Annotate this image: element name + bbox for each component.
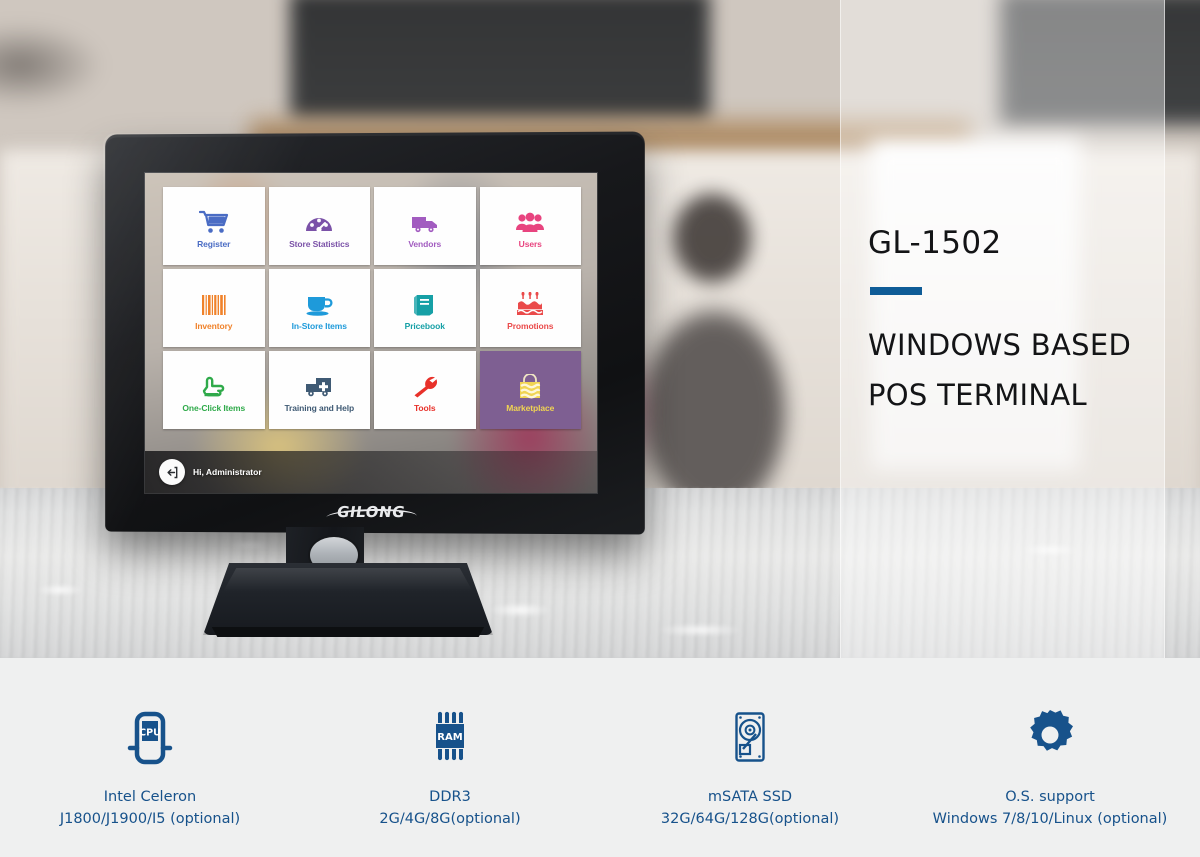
logout-arrow-icon[interactable] [159,459,185,485]
stand-base-foot [211,627,485,637]
pos-tile-label: Inventory [195,321,233,332]
gauge-icon [304,202,334,236]
stand-base-highlight [222,568,474,592]
pos-tile-label: Tools [413,403,436,414]
pos-tile-label: Marketplace [506,403,555,414]
product-banner: Register Store Statistics Vendors Users … [0,0,1200,857]
gear-icon [1021,708,1079,766]
product-model-name: GL-1502 [868,225,1002,261]
coffee-cup-icon [304,284,334,318]
shopping-cart-icon [198,202,229,236]
accent-rule [870,287,922,295]
pos-tile-label: Training and Help [284,403,355,414]
pos-touchscreen[interactable]: Register Store Statistics Vendors Users … [145,173,597,493]
pos-tile-inventory[interactable]: Inventory [163,269,265,347]
spec-detail: J1800/J1900/I5 (optional) [59,811,241,828]
spec-item-cpu: CPU Intel Celeron J1800/J1900/I5 (option… [0,658,300,857]
pos-tile-label: Vendors [408,239,442,250]
pos-tile-vendors[interactable]: Vendors [374,187,476,265]
cpu-chip-icon: CPU [123,708,177,766]
spec-title: O.S. support [1005,789,1095,805]
pos-status-bar: Hi, Administrator [145,451,597,493]
pointing-hand-icon [199,366,229,400]
pos-tile-training-and-help[interactable]: Training and Help [268,351,370,429]
delivery-truck-icon [410,202,440,236]
svg-text:CPU: CPU [139,728,161,739]
hero-copy-block: GL-1502 WINDOWS BASED POS TERMINAL [868,228,1168,421]
gilong-logo: GILONG [325,503,418,521]
wrench-icon [410,366,440,400]
pos-terminal-monitor: Register Store Statistics Vendors Users … [103,131,645,535]
spec-detail: Windows 7/8/10/Linux (optional) [932,811,1168,828]
shopping-bag-icon [515,366,545,400]
hard-disk-icon [723,708,777,766]
spec-title: mSATA SSD [707,789,793,805]
ram-chip-icon: RAM [423,708,477,766]
overlay-left-edge [840,0,841,658]
product-tagline-line1: WINDOWS BASED [868,328,1132,362]
barcode-icon [199,284,229,318]
specification-bar: CPU Intel Celeron J1800/J1900/I5 (option… [0,658,1200,857]
pos-tile-tools[interactable]: Tools [374,351,476,429]
pos-tile-label: One-Click Items [182,403,246,414]
pos-tile-label: Pricebook [404,321,445,332]
hero-photo-scene: Register Store Statistics Vendors Users … [0,0,1200,658]
status-greeting: Hi, Administrator [193,467,262,477]
pos-tile-label: In-Store Items [291,321,347,332]
pos-tile-store-statistics[interactable]: Store Statistics [268,187,370,265]
pos-tile-promotions[interactable]: Promotions [479,269,581,347]
pos-tile-users[interactable]: Users [479,187,581,265]
spec-item-storage: mSATA SSD 32G/64G/128G(optional) [600,658,900,857]
pos-tile-one-click-items[interactable]: One-Click Items [163,351,265,429]
pos-tile-label: Users [518,239,542,250]
spec-detail: 2G/4G/8G(optional) [379,811,521,828]
pos-tile-marketplace[interactable]: Marketplace [479,351,581,429]
spec-title: DDR3 [429,789,471,805]
pos-tile-in-store-items[interactable]: In-Store Items [268,269,370,347]
book-icon [410,284,440,318]
svg-text:RAM: RAM [437,732,462,743]
pos-tile-register[interactable]: Register [163,187,265,265]
spec-item-ram: RAM DDR3 2G/4G/8G(optional) [300,658,600,857]
pos-tile-pricebook[interactable]: Pricebook [374,269,476,347]
pos-tile-label: Register [197,239,231,250]
pos-tile-label: Store Statistics [289,239,350,250]
monitor-brand-bar: GILONG [145,495,597,529]
birthday-cake-icon [515,284,545,318]
pos-app-grid: Register Store Statistics Vendors Users … [163,187,581,429]
spec-title: Intel Celeron [103,789,197,805]
ambulance-icon [304,366,334,400]
product-tagline-line2: POS TERMINAL [868,377,1087,412]
pos-tile-label: Promotions [507,321,554,332]
spec-item-os: O.S. support Windows 7/8/10/Linux (optio… [900,658,1200,857]
users-group-icon [515,202,545,236]
spec-detail: 32G/64G/128G(optional) [660,811,840,828]
